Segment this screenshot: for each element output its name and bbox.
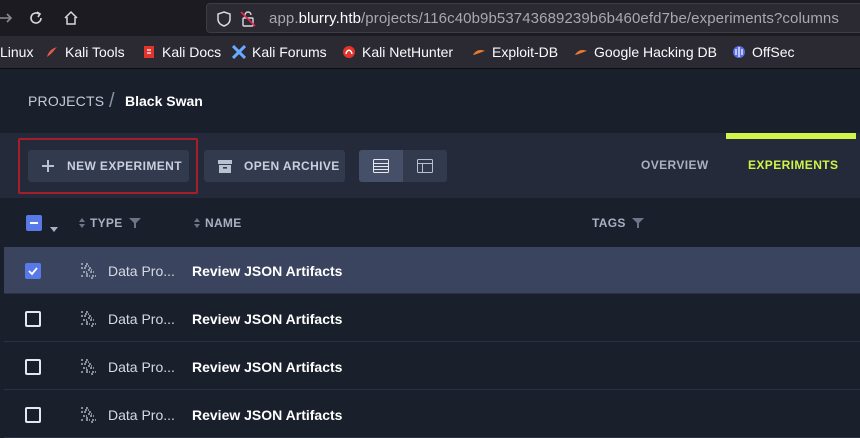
bookmark-kali-forums[interactable]: Kali Forums — [231, 44, 327, 60]
sort-icon — [193, 217, 205, 229]
column-header-label: NAME — [205, 216, 242, 230]
url-prefix: app. — [269, 10, 299, 27]
breadcrumb-projects[interactable]: PROJECTS — [28, 93, 104, 109]
select-all-checkbox[interactable] — [26, 215, 42, 231]
home-icon[interactable] — [59, 6, 83, 30]
url-host: blurry.htb — [298, 10, 362, 27]
table-view-icon — [373, 159, 389, 173]
row-type: Data Pro... — [108, 359, 175, 375]
column-header-label: TAGS — [592, 216, 626, 230]
bookmark-label: Kali Tools — [65, 44, 125, 60]
row-type: Data Pro... — [108, 311, 175, 327]
breadcrumb-separator: / — [109, 90, 115, 112]
bookmark-kali-docs[interactable]: Kali Docs — [142, 44, 221, 60]
open-archive-label: OPEN ARCHIVE — [244, 159, 340, 173]
row-name[interactable]: Review JSON Artifacts — [192, 359, 342, 375]
kali-docs-icon — [142, 45, 156, 59]
select-menu-chevron-icon[interactable] — [50, 220, 58, 238]
offsec-icon — [732, 45, 746, 59]
bookmark-label: Kali Forums — [252, 44, 327, 60]
active-tab-indicator — [726, 133, 856, 139]
column-header-tags[interactable]: TAGS — [592, 216, 644, 230]
bookmark-label: Kali NetHunter — [362, 44, 454, 60]
bookmark-ghdb[interactable]: Google Hacking DB — [574, 44, 717, 60]
row-type: Data Pro... — [108, 263, 175, 279]
bookmark-label: Kali Docs — [162, 44, 222, 60]
reload-icon[interactable] — [24, 6, 48, 30]
details-view-button[interactable] — [403, 150, 447, 182]
shield-icon[interactable] — [215, 10, 233, 28]
exploitdb-icon — [472, 45, 486, 59]
row-name[interactable]: Review JSON Artifacts — [192, 311, 342, 327]
bookmark-kali-tools[interactable]: Kali Tools — [45, 44, 125, 60]
row-checkbox[interactable] — [25, 263, 41, 279]
nethunter-icon — [342, 45, 356, 59]
open-archive-button[interactable]: OPEN ARCHIVE — [204, 150, 345, 182]
row-name[interactable]: Review JSON Artifacts — [192, 407, 342, 423]
tab-overview[interactable]: OVERVIEW — [641, 158, 709, 172]
row-checkbox[interactable] — [25, 407, 41, 423]
bookmark-kali-nethunter[interactable]: Kali NetHunter — [342, 44, 453, 60]
column-header-label: TYPE — [90, 216, 123, 230]
bookmark-label: Google Hacking DB — [594, 44, 717, 60]
details-view-icon — [417, 159, 433, 173]
kali-forums-icon — [231, 44, 247, 60]
insecure-lock-icon[interactable] — [239, 10, 257, 28]
address-bar[interactable]: app.blurry.htb/projects/116c40b9b5374368… — [206, 3, 860, 33]
data-processing-icon — [80, 358, 98, 376]
breadcrumb-current-project[interactable]: Black Swan — [125, 93, 203, 109]
bookmark-label: OffSec — [752, 44, 795, 60]
data-processing-icon — [80, 262, 98, 280]
sort-icon — [78, 217, 90, 229]
archive-icon — [218, 159, 232, 173]
bookmark-offsec[interactable]: OffSec — [732, 44, 795, 60]
highlight-annotation — [18, 138, 198, 194]
column-header-type[interactable]: TYPE — [78, 216, 141, 230]
browser-toolbar: app.blurry.htb/projects/116c40b9b5374368… — [0, 0, 860, 36]
data-processing-icon — [80, 310, 98, 328]
filter-icon[interactable] — [123, 217, 141, 229]
row-name[interactable]: Review JSON Artifacts — [192, 263, 342, 279]
tab-experiments[interactable]: EXPERIMENTS — [748, 158, 838, 172]
data-processing-icon — [80, 406, 98, 424]
table-view-button[interactable] — [359, 150, 403, 182]
view-mode-toggle — [359, 150, 447, 182]
forward-icon[interactable] — [0, 6, 18, 30]
bookmark-linux[interactable]: Linux — [0, 44, 33, 60]
breadcrumb: PROJECTS / Black Swan — [0, 70, 860, 134]
row-checkbox[interactable] — [25, 359, 41, 375]
bookmark-label: Exploit-DB — [492, 44, 559, 60]
url-text[interactable]: app.blurry.htb/projects/116c40b9b5374368… — [269, 10, 839, 27]
row-checkbox[interactable] — [25, 311, 41, 327]
row-type: Data Pro... — [108, 407, 175, 423]
bookmark-label: Linux — [0, 44, 34, 60]
column-header-name[interactable]: NAME — [193, 216, 242, 230]
bookmark-exploit-db[interactable]: Exploit-DB — [472, 44, 558, 60]
kali-tools-icon — [45, 45, 59, 59]
filter-icon[interactable] — [626, 217, 644, 229]
bookmarks-bar: Linux Kali Tools Kali Docs Kali Forums K… — [0, 36, 860, 69]
url-path: /projects/116c40b9b53743689239b6b460efd7… — [361, 10, 839, 27]
ghdb-icon — [574, 45, 588, 59]
